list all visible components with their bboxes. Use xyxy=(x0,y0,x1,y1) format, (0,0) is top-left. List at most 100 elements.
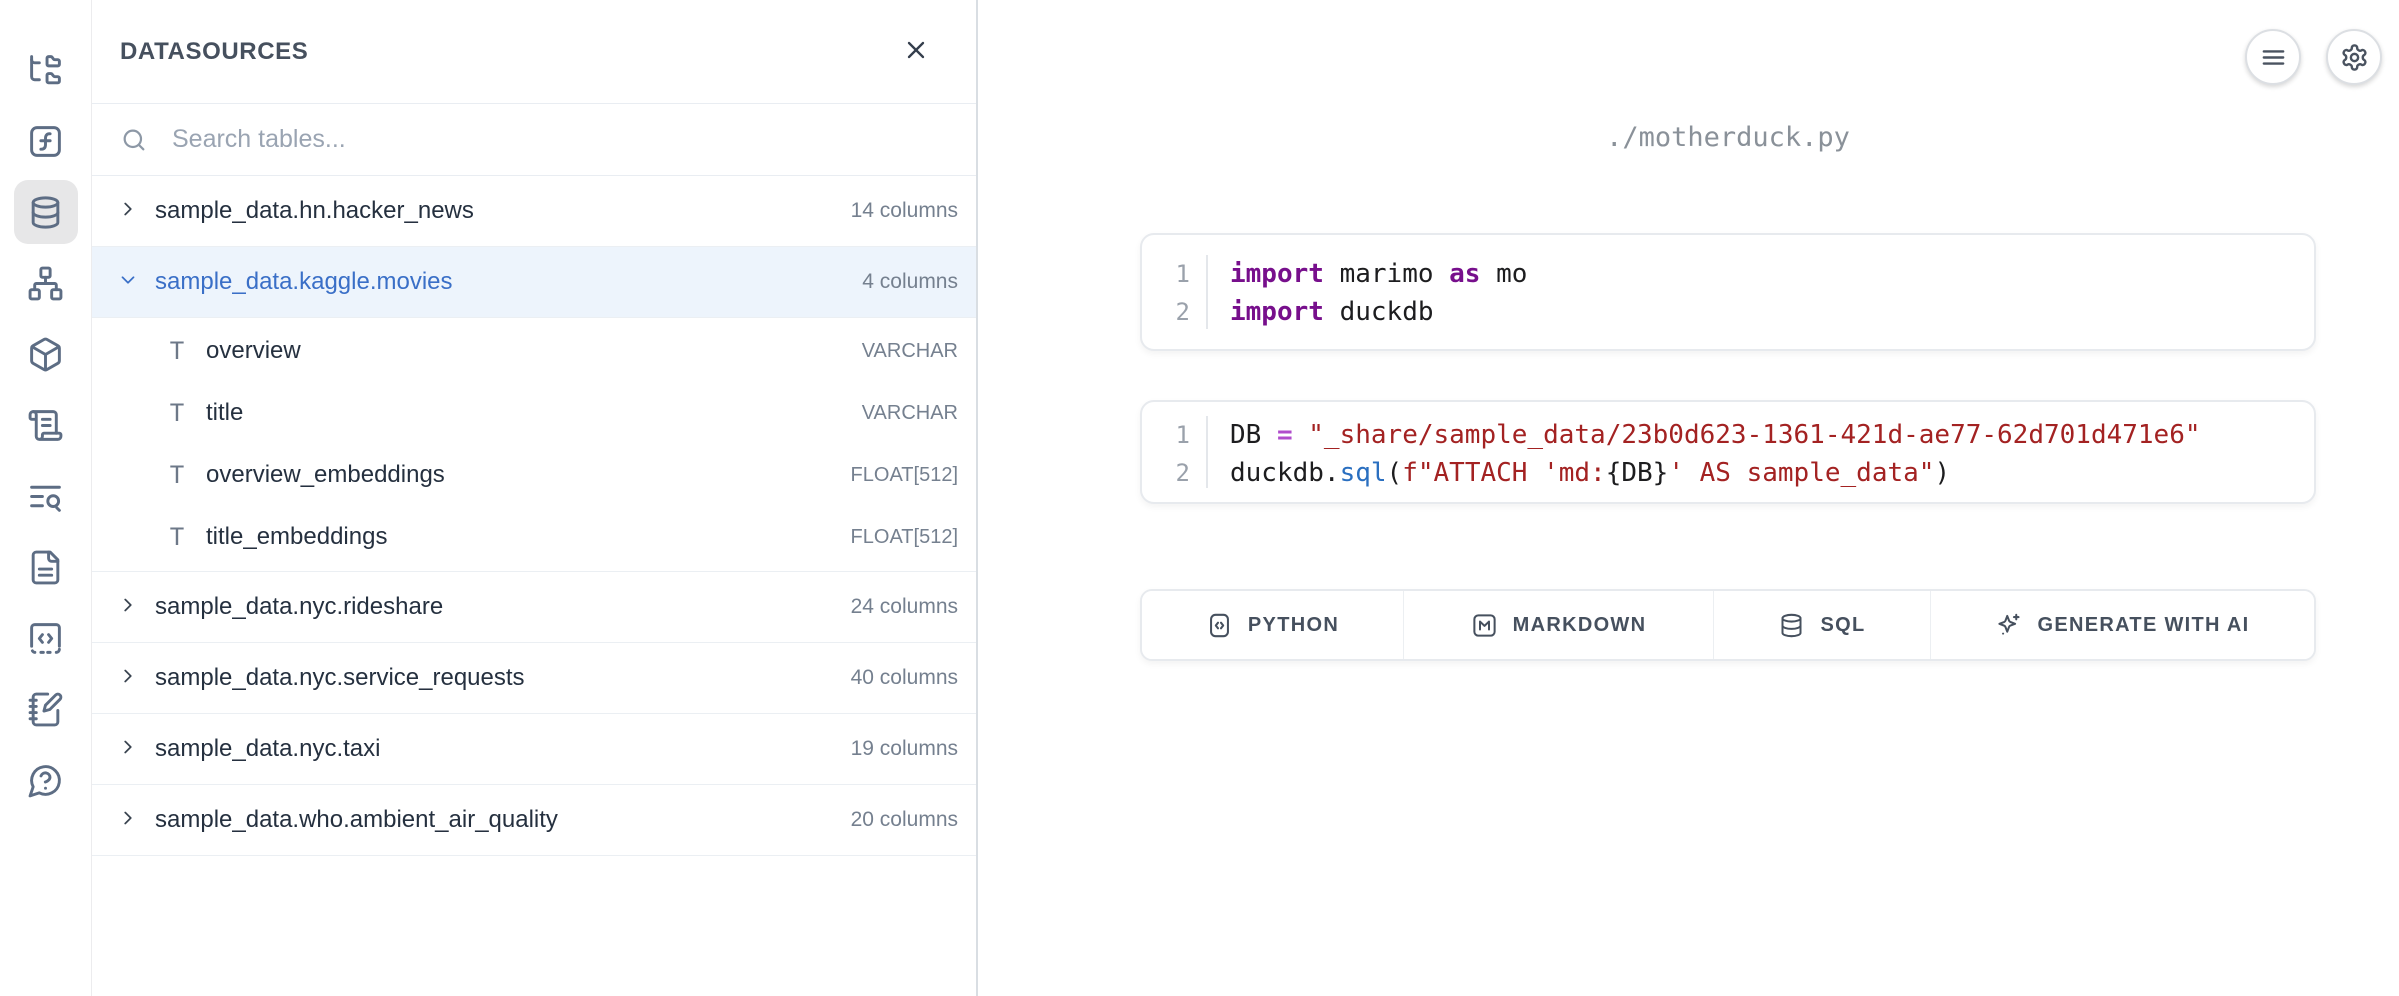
table-name: sample_data.nyc.rideshare xyxy=(155,593,835,621)
code-line: DB = "_share/sample_data/23b0d623-1361-4… xyxy=(1230,416,2201,454)
search-icon xyxy=(120,126,148,154)
search-input[interactable] xyxy=(170,124,958,155)
sparkles-icon xyxy=(1996,612,2023,639)
table-name: sample_data.nyc.taxi xyxy=(155,735,835,763)
add-cell-python-button[interactable]: PYTHON xyxy=(1142,591,1404,659)
settings-icon xyxy=(2340,43,2369,72)
close-panel-button[interactable] xyxy=(896,30,936,73)
top-actions xyxy=(2245,29,2382,85)
datasources-panel: DATASOURCES sample_data.hn.hacker_news 14… xyxy=(92,0,978,996)
database-icon xyxy=(27,194,64,231)
add-cell-sql-button[interactable]: SQL xyxy=(1714,591,1931,659)
sidebar-tab-logs[interactable] xyxy=(24,403,68,447)
code-line: import duckdb xyxy=(1230,293,1527,331)
column-row[interactable]: Toverview VARCHAR xyxy=(92,320,976,382)
folder-tree-icon xyxy=(27,52,64,89)
code-cell[interactable]: 12 import marimo as moimport duckdb xyxy=(1140,233,2316,351)
sidebar-tab-tracing[interactable] xyxy=(24,474,68,518)
sidebar-tab-help[interactable] xyxy=(24,758,68,802)
sidebar-tab-scratchpad[interactable] xyxy=(24,687,68,731)
function-square-icon xyxy=(27,123,64,160)
text-type-icon: T xyxy=(166,399,188,427)
sidebar-tab-dependencies[interactable] xyxy=(24,261,68,305)
file-text-icon xyxy=(27,549,64,586)
menu-icon xyxy=(2259,43,2288,72)
package-icon xyxy=(27,336,64,373)
add-cell-generate-with-ai-button[interactable]: GENERATE WITH AI xyxy=(1931,591,2314,659)
table-list: sample_data.hn.hacker_news14 columnssamp… xyxy=(92,176,976,856)
table-row[interactable]: sample_data.nyc.taxi 19 columns xyxy=(92,714,976,785)
sidebar-tab-snippets[interactable] xyxy=(24,616,68,660)
add-cell-button-label: PYTHON xyxy=(1248,614,1339,637)
notebook-pen-icon xyxy=(27,691,64,728)
code-content: DB = "_share/sample_data/23b0d623-1361-4… xyxy=(1208,416,2201,488)
text-type-icon: T xyxy=(166,337,188,365)
chevron-down-icon xyxy=(117,269,139,291)
database-icon xyxy=(1778,612,1805,639)
add-cell-bar: PYTHON MARKDOWN SQL GENERATE WITH AI xyxy=(1140,589,2316,661)
column-row[interactable]: Toverview_embeddings FLOAT[512] xyxy=(92,444,976,506)
code-line: duckdb.sql(f"ATTACH 'md:{DB}' AS sample_… xyxy=(1230,454,2201,492)
chevron-right-icon xyxy=(117,736,139,758)
add-cell-button-label: GENERATE WITH AI xyxy=(2038,614,2250,637)
table-name: sample_data.nyc.service_requests xyxy=(155,664,835,692)
column-row[interactable]: Ttitle VARCHAR xyxy=(92,382,976,444)
network-icon xyxy=(27,265,64,302)
text-type-icon: T xyxy=(166,523,188,551)
column-type: VARCHAR xyxy=(862,402,958,425)
chevron-right-icon xyxy=(117,807,139,829)
chevron-right-icon xyxy=(117,594,139,616)
column-name: overview xyxy=(206,337,844,365)
column-name: title xyxy=(206,399,844,427)
code-square-icon xyxy=(1206,612,1233,639)
table-column-count: 24 columns xyxy=(851,595,958,619)
markdown-icon xyxy=(1471,612,1498,639)
x-icon xyxy=(902,36,930,64)
table-column-count: 4 columns xyxy=(862,270,958,294)
add-cell-markdown-button[interactable]: MARKDOWN xyxy=(1404,591,1714,659)
line-numbers: 12 xyxy=(1142,416,1208,488)
sidebar-tab-file-explorer[interactable] xyxy=(24,48,68,92)
text-search-icon xyxy=(27,478,64,515)
column-name: overview_embeddings xyxy=(206,461,833,489)
editor-area: ./motherduck.py 12 import marimo as moimp… xyxy=(978,0,2399,996)
activity-bar xyxy=(0,0,92,996)
code-line: import marimo as mo xyxy=(1230,255,1527,293)
scroll-text-icon xyxy=(27,407,64,444)
table-row[interactable]: sample_data.who.ambient_air_quality 20 co… xyxy=(92,785,976,856)
table-column-count: 20 columns xyxy=(851,808,958,832)
sidebar-tab-packages[interactable] xyxy=(24,332,68,376)
sidebar-tab-datasources[interactable] xyxy=(14,180,78,244)
settings-button[interactable] xyxy=(2326,29,2382,85)
line-numbers: 12 xyxy=(1142,255,1208,329)
table-row[interactable]: sample_data.nyc.service_requests 40 colum… xyxy=(92,643,976,714)
help-chat-icon xyxy=(27,762,64,799)
table-name: sample_data.who.ambient_air_quality xyxy=(155,806,835,834)
panel-title: DATASOURCES xyxy=(120,38,308,66)
table-row[interactable]: sample_data.nyc.rideshare 24 columns xyxy=(92,572,976,643)
text-type-icon: T xyxy=(166,461,188,489)
table-name: sample_data.kaggle.movies xyxy=(155,268,846,296)
column-type: FLOAT[512] xyxy=(851,464,958,487)
search-row xyxy=(92,104,976,176)
marimo-app: DATASOURCES sample_data.hn.hacker_news 14… xyxy=(0,0,2399,996)
notebook-filename: ./motherduck.py xyxy=(1140,122,2316,153)
table-column-count: 40 columns xyxy=(851,666,958,690)
sidebar-tab-documentation[interactable] xyxy=(24,545,68,589)
column-type: VARCHAR xyxy=(862,340,958,363)
code-square-dashed-icon xyxy=(27,620,64,657)
table-row[interactable]: sample_data.kaggle.movies 4 columns xyxy=(92,247,976,318)
table-column-count: 19 columns xyxy=(851,737,958,761)
column-row[interactable]: Ttitle_embeddingsFLOAT[512] xyxy=(92,506,976,568)
table-column-count: 14 columns xyxy=(851,199,958,223)
add-cell-button-label: MARKDOWN xyxy=(1513,614,1647,637)
panel-header: DATASOURCES xyxy=(92,0,976,104)
chevron-right-icon xyxy=(117,198,139,220)
table-name: sample_data.hn.hacker_news xyxy=(155,197,835,225)
code-cell[interactable]: 12 DB = "_share/sample_data/23b0d623-1361… xyxy=(1140,400,2316,504)
chevron-right-icon xyxy=(117,665,139,687)
add-cell-button-label: SQL xyxy=(1820,614,1865,637)
menu-button[interactable] xyxy=(2245,29,2301,85)
sidebar-tab-functions[interactable] xyxy=(24,119,68,163)
table-row[interactable]: sample_data.hn.hacker_news 14 columns xyxy=(92,176,976,247)
